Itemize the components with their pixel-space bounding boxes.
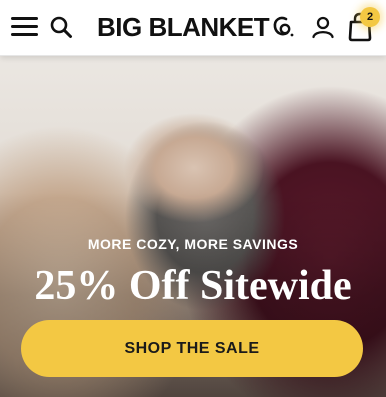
brand-name: BIG BLANKET [97, 11, 270, 42]
brand-mark [273, 16, 294, 37]
search-icon[interactable] [49, 15, 73, 39]
site-header: BIG BLANKET 2 [0, 0, 386, 56]
hero-banner: MORE COZY, MORE SAVINGS 25% Off Sitewide… [0, 56, 386, 397]
brand-logo[interactable]: BIG BLANKET [97, 10, 294, 44]
account-icon[interactable] [311, 15, 335, 39]
shop-the-sale-button[interactable]: SHOP THE SALE [21, 320, 363, 377]
menu-icon[interactable] [11, 14, 38, 38]
cart-count-badge[interactable]: 2 [360, 7, 380, 27]
hero-headline: 25% Off Sitewide [34, 263, 352, 309]
hero-eyebrow: MORE COZY, MORE SAVINGS [87, 236, 299, 252]
